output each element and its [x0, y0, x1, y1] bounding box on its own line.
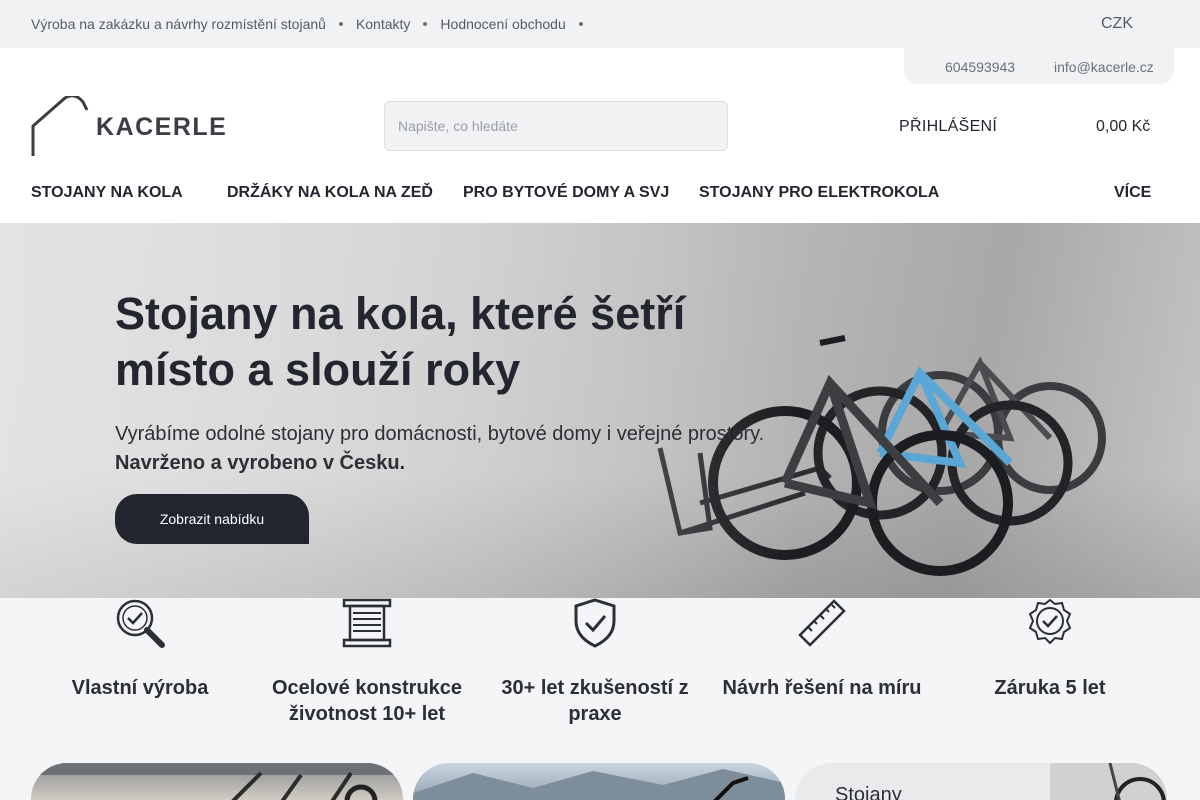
search-input[interactable]: [384, 101, 728, 151]
feature-custom-design: Návrh řešení na míru: [708, 597, 936, 701]
top-links: Výroba na zakázku a návrhy rozmístění st…: [31, 16, 596, 32]
magnifier-check-icon: [116, 599, 165, 648]
ruler-icon: [798, 599, 846, 647]
logo-text: KACERLE: [96, 113, 228, 141]
feature-own-production: Vlastní výroba: [26, 597, 254, 701]
hero-title: Stojany na kola, které šetří místo a slo…: [115, 288, 686, 395]
hero-banner: Stojany na kola, které šetří místo a slo…: [0, 223, 1200, 598]
feature-label: Návrh řešení na míru: [722, 677, 922, 699]
nav-item-ebike-stands[interactable]: STOJANY PRO ELEKTROKOLA: [699, 184, 939, 202]
top-bar: Výroba na zakázku a návrhy rozmístění st…: [0, 0, 1200, 48]
shield-check-icon: [574, 598, 616, 648]
top-link-contacts[interactable]: Kontakty: [356, 16, 410, 32]
top-link-shop-reviews[interactable]: Hodnocení obchodu: [440, 16, 565, 32]
feature-label: Záruka 5 let: [994, 677, 1106, 699]
feature-warranty: Záruka 5 let: [936, 597, 1164, 701]
hero-subtitle-bold: Navrženo a vyrobeno v Česku.: [115, 452, 406, 474]
logo[interactable]: KACERLE: [31, 94, 226, 158]
card-image: [413, 769, 785, 800]
nav-item-more[interactable]: VÍCE: [1114, 184, 1151, 202]
currency-selector[interactable]: CZK: [1101, 15, 1133, 33]
nav-item-bike-stands[interactable]: STOJANY NA KOLA: [31, 184, 183, 202]
site-header: 604593943 info@kacerle.cz KACERLE PŘIHLÁ…: [0, 48, 1200, 223]
hero-subtitle: Vyrábíme odolné stojany pro domácnosti, …: [115, 423, 765, 445]
nav-item-apartment-buildings[interactable]: PRO BYTOVÉ DOMY A SVJ: [463, 184, 669, 202]
contact-bar: 604593943 info@kacerle.cz: [904, 48, 1174, 84]
feature-label: Ocelové konstrukce životnost 10+ let: [271, 677, 463, 725]
separator-dot: [578, 22, 583, 26]
nav-item-wall-holders[interactable]: DRŽÁKY NA KOLA NA ZEĎ: [227, 184, 433, 202]
email-link[interactable]: info@kacerle.cz: [1054, 59, 1154, 75]
steel-coil-icon: [342, 598, 392, 648]
top-link-custom-production[interactable]: Výroba na zakázku a návrhy rozmístění st…: [31, 16, 326, 32]
separator-dot: [338, 22, 343, 26]
separator-dot: [423, 22, 428, 26]
feature-steel-construction: Ocelové konstrukce životnost 10+ let: [253, 597, 481, 727]
logo-mark-icon: [31, 94, 89, 156]
show-offer-button[interactable]: Zobrazit nabídku: [115, 494, 309, 544]
category-card[interactable]: [413, 763, 785, 800]
category-card[interactable]: Stojany: [795, 763, 1167, 800]
login-link[interactable]: PŘIHLÁŠENÍ: [899, 118, 997, 136]
card-image: [1050, 763, 1167, 800]
feature-label: 30+ let zkušeností z praxe: [501, 677, 689, 725]
card-image: [31, 763, 403, 800]
category-card[interactable]: [31, 763, 403, 800]
hero-overlay: [0, 223, 800, 598]
cart-total[interactable]: 0,00 Kč: [1096, 118, 1150, 136]
card-title: Stojany: [835, 784, 902, 800]
feature-experience: 30+ let zkušeností z praxe: [481, 597, 709, 727]
feature-label: Vlastní výroba: [71, 677, 209, 699]
badge-check-icon: [1028, 598, 1072, 645]
phone-link[interactable]: 604593943: [945, 59, 1015, 75]
